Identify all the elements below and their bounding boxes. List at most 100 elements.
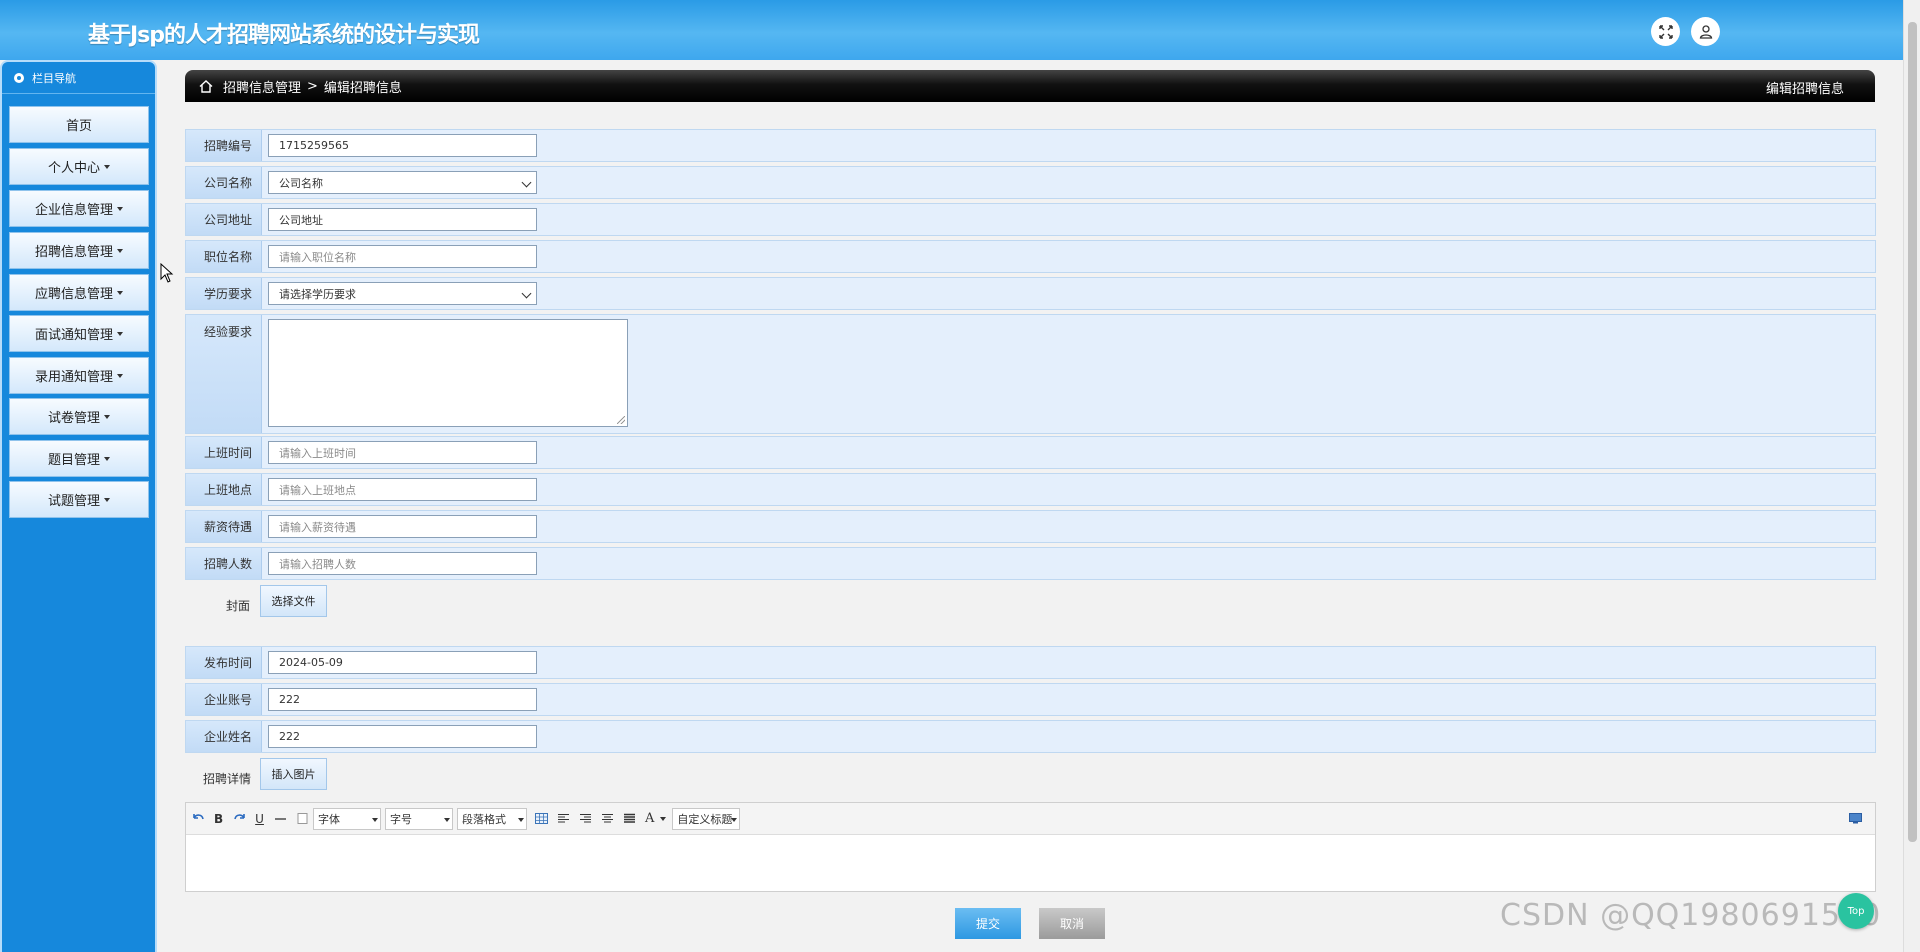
undo-icon[interactable] xyxy=(192,813,205,824)
experience-textarea[interactable] xyxy=(268,319,628,427)
sidebar-item-label: 应聘信息管理 xyxy=(34,287,113,302)
caret-down-icon xyxy=(117,290,123,295)
education-select[interactable]: 请选择学历要求 xyxy=(268,282,537,305)
breadcrumb-parent[interactable]: 招聘信息管理 xyxy=(223,77,301,96)
sidebar-item-recruit-info[interactable]: 招聘信息管理 xyxy=(9,232,149,269)
sidebar-item-hire-notice[interactable]: 录用通知管理 xyxy=(9,357,149,394)
sidebar-item-test-item[interactable]: 试题管理 xyxy=(9,481,149,518)
company-address-input[interactable]: 公司地址 xyxy=(268,208,537,231)
field-label: 上班地点 xyxy=(186,474,262,505)
field-label: 公司名称 xyxy=(186,167,262,198)
headcount-input[interactable]: 请输入招聘人数 xyxy=(268,552,537,575)
back-to-top-button[interactable]: Top xyxy=(1838,893,1874,929)
caret-down-icon xyxy=(517,817,524,822)
sidebar-item-personal-center[interactable]: 个人中心 xyxy=(9,148,149,185)
breadcrumb-current: 编辑招聘信息 xyxy=(323,80,402,96)
form-row-work-place: 上班地点 请输入上班地点 xyxy=(185,473,1876,506)
sidebar-item-label: 题目管理 xyxy=(47,453,100,468)
field-label: 发布时间 xyxy=(186,647,262,678)
editor-content-area[interactable] xyxy=(186,835,1875,891)
rich-text-editor: B U 字体 字号 段落格式 A 自定义标题 xyxy=(185,802,1876,892)
breadcrumb-separator: > xyxy=(307,78,318,94)
sidebar-item-company-info[interactable]: 企业信息管理 xyxy=(9,190,149,227)
detail-label: 招聘详情 xyxy=(203,772,252,786)
position-input[interactable]: 请输入职位名称 xyxy=(268,245,537,268)
bold-button[interactable]: B xyxy=(214,812,223,826)
sidebar-item-label: 首页 xyxy=(65,119,92,134)
caret-down-icon xyxy=(117,248,123,253)
user-icon[interactable] xyxy=(1691,17,1720,46)
company-account-input[interactable]: 222 xyxy=(268,688,537,711)
home-icon[interactable] xyxy=(199,79,213,93)
publish-time-input[interactable]: 2024-05-09 xyxy=(268,651,537,674)
align-left-icon[interactable] xyxy=(557,813,570,824)
sidebar-item-home[interactable]: 首页 xyxy=(9,106,149,143)
company-name-select[interactable]: 公司名称 xyxy=(268,171,537,194)
horizontal-rule-icon[interactable] xyxy=(274,813,287,824)
fullscreen-editor-icon[interactable] xyxy=(1849,813,1862,824)
cover-label: 封面 xyxy=(226,599,251,613)
caret-down-icon xyxy=(117,373,123,378)
watermark: CSDN @QQ1980691580 xyxy=(1500,898,1882,933)
choose-file-button[interactable]: 选择文件 xyxy=(260,585,327,617)
caret-down-icon xyxy=(104,164,110,169)
page-title: 编辑招聘信息 xyxy=(1765,82,1844,97)
align-justify-icon[interactable] xyxy=(623,813,636,824)
form-row-publish-time: 发布时间 2024-05-09 xyxy=(185,646,1876,679)
caret-down-icon[interactable] xyxy=(660,816,667,821)
blank-page-icon[interactable] xyxy=(296,813,309,824)
form-row-education: 学历要求 请选择学历要求 xyxy=(185,277,1876,310)
company-fullname-input[interactable]: 222 xyxy=(268,725,537,748)
form-row-company-account: 企业账号 222 xyxy=(185,683,1876,716)
sidebar-item-label: 招聘信息管理 xyxy=(34,245,113,260)
table-icon[interactable] xyxy=(534,813,548,824)
select-value: 自定义标题 xyxy=(677,812,733,826)
align-center-icon[interactable] xyxy=(601,813,614,824)
insert-image-button[interactable]: 插入图片 xyxy=(260,758,327,790)
font-size-select[interactable]: 字号 xyxy=(384,807,453,830)
caret-down-icon xyxy=(117,331,123,336)
caret-down-icon xyxy=(104,414,110,419)
work-time-input[interactable]: 请输入上班时间 xyxy=(268,441,537,464)
redo-icon[interactable] xyxy=(233,813,246,824)
font-family-select[interactable]: 字体 xyxy=(312,807,381,830)
form-row-headcount: 招聘人数 请输入招聘人数 xyxy=(185,547,1876,580)
app-title: 基于Jsp的人才招聘网站系统的设计与实现 xyxy=(88,23,480,48)
caret-down-icon xyxy=(104,456,110,461)
select-value: 字体 xyxy=(317,812,340,826)
field-label: 经验要求 xyxy=(186,315,262,433)
salary-input[interactable]: 请输入薪资待遇 xyxy=(268,515,537,538)
sidebar-header: 栏目导航 xyxy=(2,62,155,94)
form-row-company-name: 公司名称 公司名称 xyxy=(185,166,1876,199)
sidebar-title: 栏目导航 xyxy=(32,71,76,85)
editor-toolbar: B U 字体 字号 段落格式 A 自定义标题 xyxy=(186,803,1875,835)
form-row-recruit-no: 招聘编号 1715259565 xyxy=(185,129,1876,162)
field-label: 招聘人数 xyxy=(186,548,262,579)
page-scrollbar[interactable] xyxy=(1903,0,1920,952)
form-row-company-fullname: 企业姓名 222 xyxy=(185,720,1876,753)
recruit-no-input[interactable]: 1715259565 xyxy=(268,134,537,157)
font-color-button[interactable]: A xyxy=(645,811,654,826)
form-row-work-time: 上班时间 请输入上班时间 xyxy=(185,436,1876,469)
sidebar-item-application-info[interactable]: 应聘信息管理 xyxy=(9,274,149,311)
sidebar-item-exam-paper[interactable]: 试卷管理 xyxy=(9,398,149,435)
sidebar-item-label: 个人中心 xyxy=(47,161,100,176)
chevron-down-icon xyxy=(521,288,532,299)
scrollbar-thumb[interactable] xyxy=(1908,22,1917,842)
sidebar-item-interview-notice[interactable]: 面试通知管理 xyxy=(9,315,149,352)
align-right-icon[interactable] xyxy=(579,813,592,824)
submit-button[interactable]: 提交 xyxy=(955,908,1021,939)
paragraph-format-select[interactable]: 段落格式 xyxy=(456,807,527,830)
sidebar-item-label: 面试通知管理 xyxy=(34,328,113,343)
underline-button[interactable]: U xyxy=(255,812,264,826)
select-value: 段落格式 xyxy=(461,812,506,826)
custom-title-select[interactable]: 自定义标题 xyxy=(672,807,741,830)
work-place-input[interactable]: 请输入上班地点 xyxy=(268,478,537,501)
field-label: 招聘编号 xyxy=(186,130,262,161)
cancel-button[interactable]: 取消 xyxy=(1039,908,1105,939)
sidebar-item-question[interactable]: 题目管理 xyxy=(9,440,149,477)
sidebar-item-label: 企业信息管理 xyxy=(34,203,113,218)
fullscreen-icon[interactable] xyxy=(1651,17,1680,46)
mouse-cursor-icon xyxy=(160,263,174,283)
field-label: 薪资待遇 xyxy=(186,511,262,542)
